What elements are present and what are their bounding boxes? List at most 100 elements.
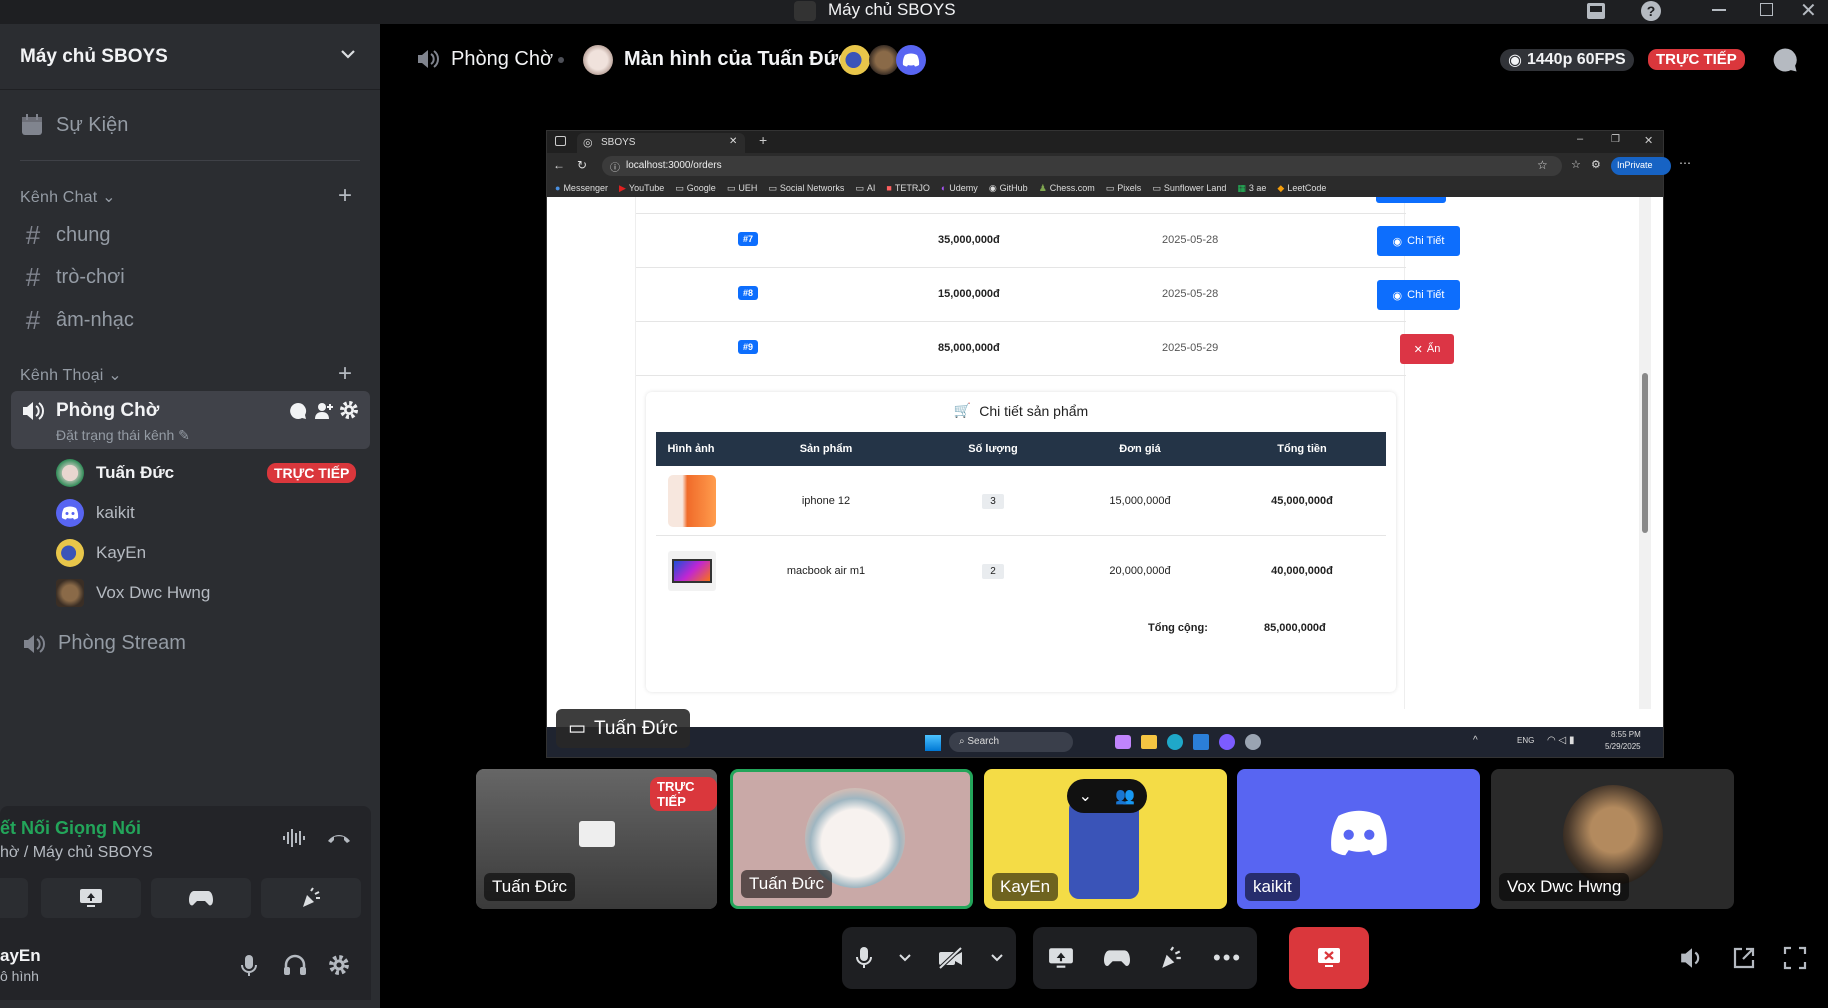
camera-button[interactable] bbox=[0, 878, 28, 918]
voice-user[interactable]: kaikit bbox=[56, 499, 135, 527]
bookmark[interactable]: ♟ Chess.com bbox=[1039, 181, 1095, 195]
minimize-icon[interactable] bbox=[1712, 9, 1726, 11]
add-voice-channel-icon[interactable]: + bbox=[338, 360, 352, 388]
detail-button[interactable]: ◉ Chi Tiết bbox=[1377, 280, 1460, 310]
os-search-box[interactable]: ⌕ Search bbox=[949, 732, 1073, 752]
soundboard-button[interactable] bbox=[1159, 946, 1183, 970]
add-channel-icon[interactable]: + bbox=[338, 182, 352, 210]
participant-tile[interactable]: ⌄ 👥 KayEn bbox=[984, 769, 1227, 909]
windows-start-icon[interactable] bbox=[925, 735, 941, 751]
copilot-icon[interactable] bbox=[1115, 735, 1131, 749]
soundboard-button[interactable] bbox=[261, 878, 361, 918]
hide-button[interactable]: ✕ Ẩn bbox=[1400, 334, 1454, 364]
bookmark[interactable]: ▦ 3 ae bbox=[1237, 181, 1266, 195]
channel-tro-choi[interactable]: # trò-chơi bbox=[22, 262, 125, 293]
share-screen-button[interactable] bbox=[1048, 947, 1074, 969]
bookmark[interactable]: ▭ Social Networks bbox=[768, 181, 844, 195]
bookmark[interactable]: ■ TETRJO bbox=[886, 181, 929, 195]
refresh-icon[interactable]: ↻ bbox=[577, 158, 587, 172]
detail-button[interactable]: ◉ Chi Tiết bbox=[1377, 226, 1460, 256]
popout-icon[interactable] bbox=[1731, 946, 1757, 970]
bookmark[interactable]: ▭ Pixels bbox=[1106, 181, 1142, 195]
settings-gear-icon[interactable] bbox=[328, 954, 350, 976]
voice-channel-stream[interactable]: Phòng Stream bbox=[22, 632, 186, 655]
maximize-icon[interactable] bbox=[1760, 3, 1773, 16]
voice-user[interactable]: Tuấn Đức bbox=[56, 459, 174, 487]
invite-user-icon[interactable] bbox=[314, 402, 334, 420]
voice-user[interactable]: KayEn bbox=[56, 539, 146, 567]
participant-tile[interactable]: kaikit bbox=[1237, 769, 1480, 909]
participant-tile[interactable]: Vox Dwc Hwng bbox=[1491, 769, 1734, 909]
file-explorer-icon[interactable] bbox=[1141, 735, 1157, 749]
discord-taskbar-icon[interactable] bbox=[1219, 734, 1235, 750]
wifi-volume-icons[interactable]: ◠ ◁ ▮ bbox=[1547, 735, 1574, 746]
activity-button[interactable] bbox=[151, 878, 251, 918]
tile-popout-controls[interactable]: ⌄ 👥 bbox=[1067, 779, 1147, 813]
extensions-icon[interactable]: ⚙ bbox=[1591, 158, 1601, 171]
gear-icon[interactable] bbox=[339, 400, 359, 420]
bookmark[interactable]: ◉ GitHub bbox=[989, 181, 1028, 195]
browser-tab[interactable]: ◎ SBOYS ✕ bbox=[577, 133, 745, 153]
edge-icon[interactable] bbox=[1167, 734, 1183, 750]
star-icon[interactable]: ☆ bbox=[1537, 158, 1548, 172]
camera-options-chevron-icon[interactable] bbox=[990, 953, 1004, 963]
camera-off-button[interactable] bbox=[937, 947, 965, 969]
help-icon[interactable]: ? bbox=[1640, 0, 1662, 22]
chat-bubble-icon[interactable] bbox=[289, 402, 307, 420]
volume-icon[interactable] bbox=[1679, 946, 1705, 970]
more-icon[interactable]: ⋯ bbox=[1679, 156, 1691, 170]
browser-close-icon[interactable]: ✕ bbox=[1644, 134, 1653, 147]
leave-call-button[interactable] bbox=[1289, 927, 1369, 989]
tray-chevron-icon[interactable]: ^ bbox=[1473, 735, 1478, 746]
mic-options-chevron-icon[interactable] bbox=[898, 953, 912, 963]
headphones-icon[interactable] bbox=[283, 954, 307, 976]
page-scrollbar[interactable] bbox=[1639, 197, 1651, 709]
settings-taskbar-icon[interactable] bbox=[1245, 734, 1261, 750]
activity-button[interactable] bbox=[1103, 948, 1130, 968]
voice-category[interactable]: Kênh Thoại ⌄ bbox=[20, 365, 122, 385]
tab-actions-icon[interactable] bbox=[555, 136, 566, 146]
channel-chung[interactable]: # chung bbox=[22, 220, 111, 251]
participant-tile[interactable]: TRỰC TIẾP Tuấn Đức bbox=[476, 769, 717, 909]
back-icon[interactable]: ← bbox=[553, 158, 565, 172]
disconnect-icon[interactable] bbox=[326, 832, 352, 844]
bookmark[interactable]: ▭ Google bbox=[675, 181, 716, 195]
inprivate-badge[interactable]: InPrivate bbox=[1611, 157, 1671, 175]
events-item[interactable]: Sự Kiện bbox=[20, 113, 128, 137]
participant-tile-speaking[interactable]: Tuấn Đức bbox=[730, 769, 973, 909]
channel-status[interactable]: Đặt trạng thái kênh ✎ bbox=[56, 427, 190, 444]
server-header[interactable]: Máy chủ SBOYS bbox=[0, 24, 380, 90]
bookmark[interactable]: ▭ Sunflower Land bbox=[1152, 181, 1226, 195]
language-indicator[interactable]: ENG bbox=[1517, 736, 1534, 745]
share-screen-button[interactable] bbox=[41, 878, 141, 918]
vscode-icon[interactable] bbox=[1193, 734, 1209, 750]
inbox-icon[interactable] bbox=[1585, 1, 1607, 21]
bookmark[interactable]: ▶ YouTube bbox=[619, 181, 664, 195]
avatar bbox=[1069, 799, 1139, 899]
viewer-avatar bbox=[869, 45, 899, 75]
microphone-button[interactable] bbox=[855, 945, 873, 971]
more-options-icon[interactable]: ••• bbox=[1213, 945, 1242, 971]
browser-restore-icon[interactable]: ❐ bbox=[1611, 134, 1620, 145]
scrollbar-thumb[interactable] bbox=[1642, 373, 1648, 533]
fullscreen-icon[interactable] bbox=[1782, 946, 1808, 970]
voice-user[interactable]: Vox Dwc Hwng bbox=[56, 579, 210, 607]
tab-close-icon[interactable]: ✕ bbox=[729, 136, 737, 147]
browser-minimize-icon[interactable]: – bbox=[1577, 133, 1583, 145]
bookmark[interactable]: ▭ UEH bbox=[727, 181, 758, 195]
bookmark[interactable]: ◐ Udemy bbox=[941, 181, 978, 195]
favorites-icon[interactable]: ☆ bbox=[1571, 158, 1581, 171]
shared-screen[interactable]: ◎ SBOYS ✕ + – ❐ ✕ ← ↻ ⓘ localhost:3000/o… bbox=[546, 130, 1691, 758]
close-icon[interactable]: ✕ bbox=[1800, 0, 1817, 23]
channel-am-nhac[interactable]: # âm-nhạc bbox=[22, 305, 134, 336]
chat-icon[interactable] bbox=[1772, 47, 1798, 73]
voice-channel-active[interactable]: Phòng Chờ Đặt trạng thái kênh ✎ bbox=[11, 391, 370, 449]
new-tab-icon[interactable]: + bbox=[759, 132, 767, 148]
text-category[interactable]: Kênh Chat ⌄ bbox=[20, 187, 116, 207]
bookmark[interactable]: ▭ AI bbox=[855, 181, 875, 195]
noise-suppression-icon[interactable] bbox=[282, 828, 306, 848]
address-bar[interactable]: ⓘ localhost:3000/orders ☆ bbox=[602, 156, 1562, 176]
bookmark[interactable]: ◆ LeetCode bbox=[1277, 181, 1326, 195]
microphone-icon[interactable] bbox=[240, 954, 258, 978]
bookmark[interactable]: ● Messenger bbox=[555, 181, 608, 195]
